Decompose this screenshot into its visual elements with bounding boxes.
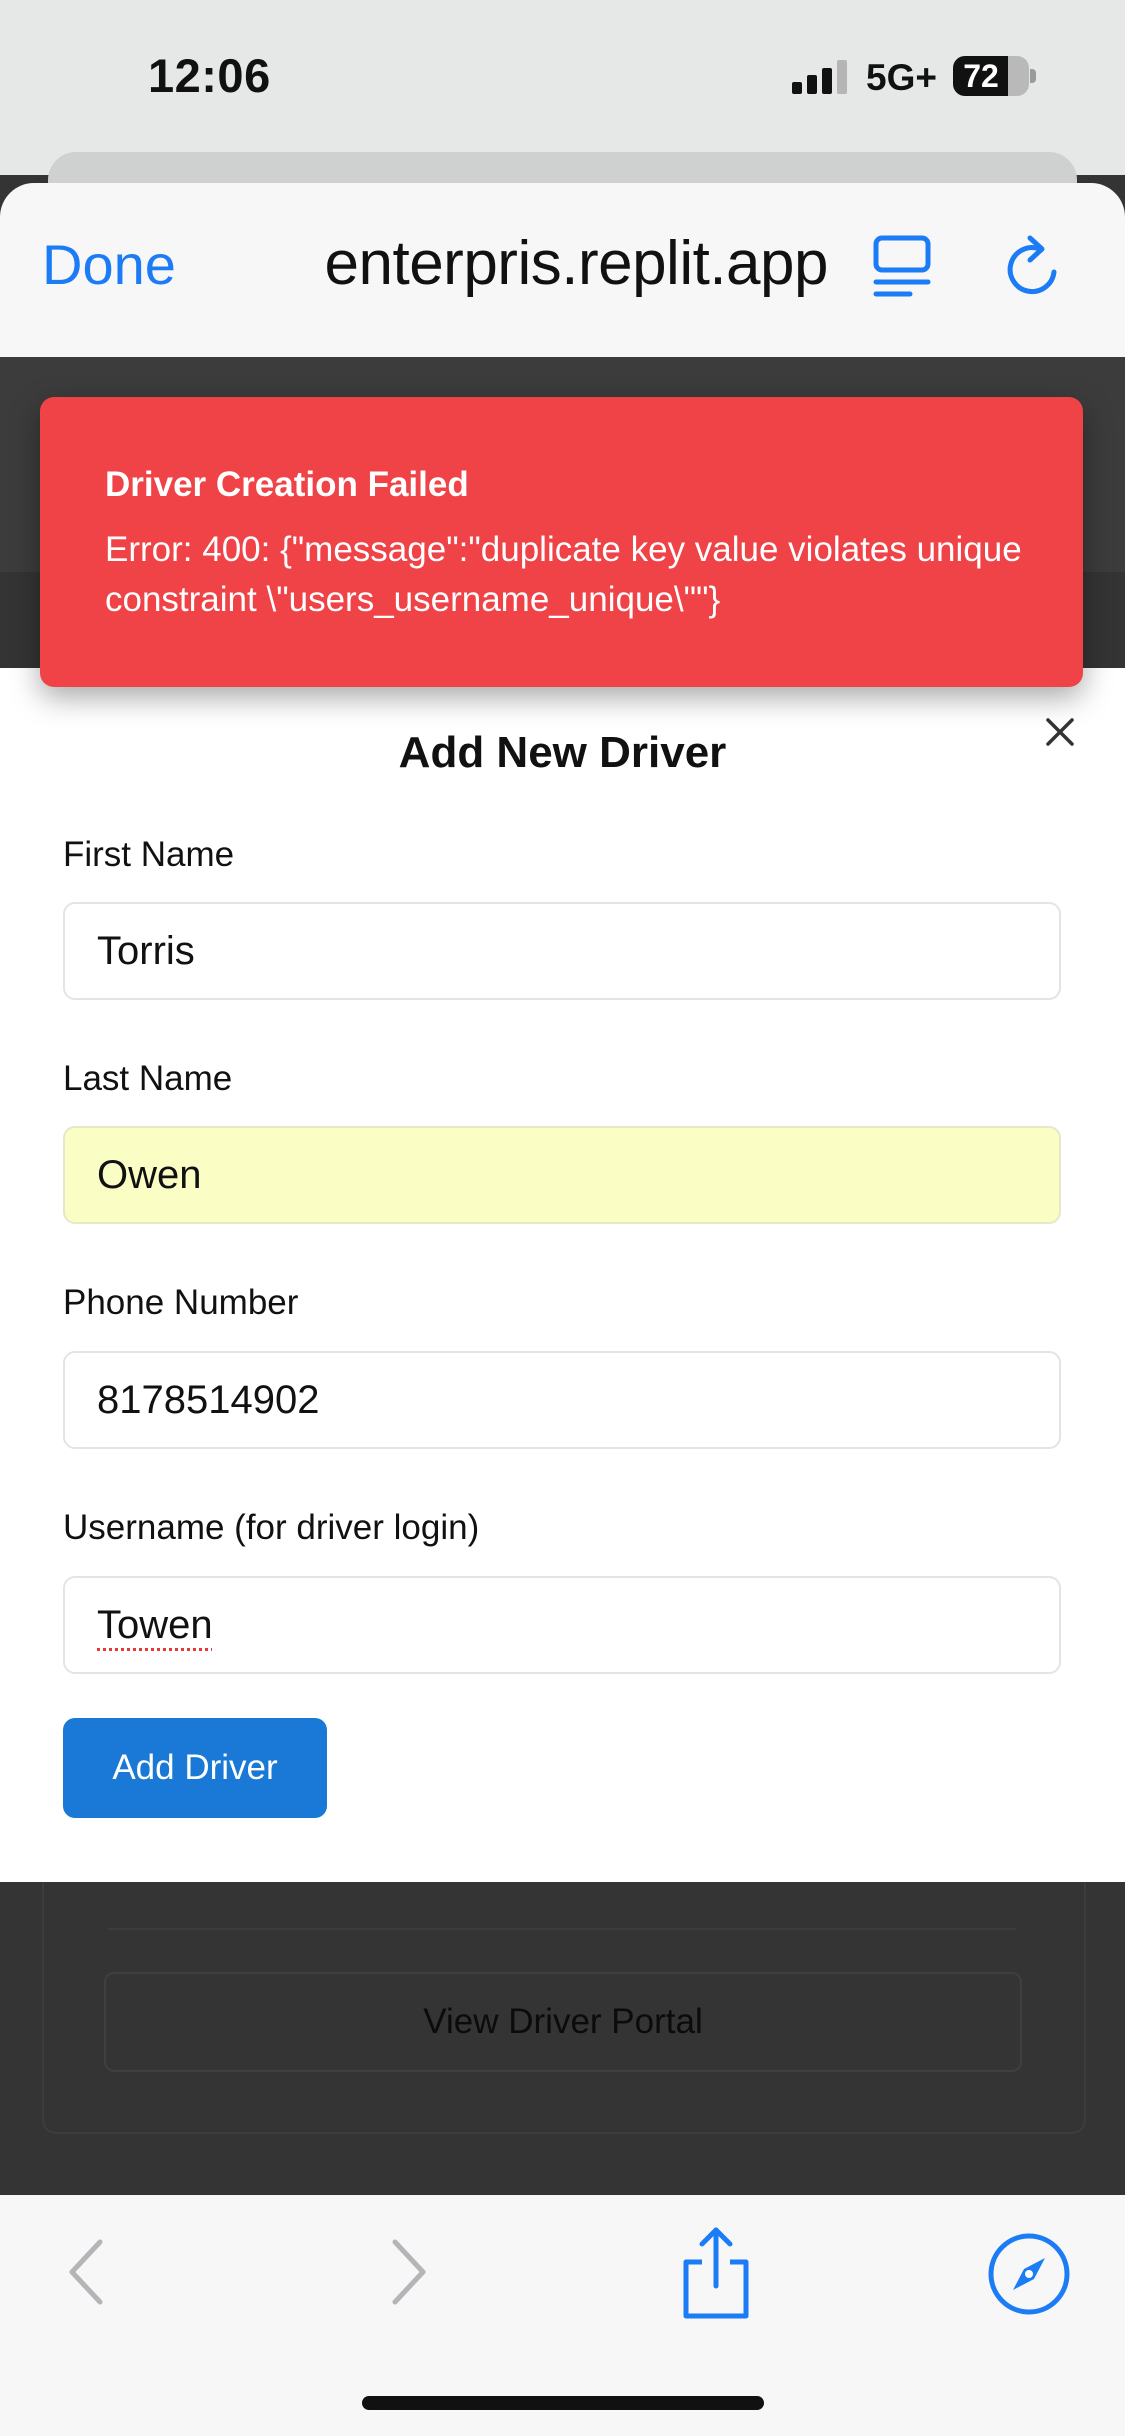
done-button[interactable]: Done — [42, 232, 176, 297]
first-name-label: First Name — [63, 835, 235, 874]
phone-number-field[interactable]: 8178514902 — [63, 1351, 1061, 1449]
username-label: Username (for driver login) — [63, 1508, 480, 1547]
view-driver-portal-button: View Driver Portal — [104, 1972, 1022, 2072]
last-name-field[interactable]: Owen — [63, 1126, 1061, 1224]
url-bar[interactable]: enterpris.replit.app — [228, 228, 829, 308]
cellular-signal-icon — [792, 60, 847, 94]
add-driver-button[interactable]: Add Driver — [63, 1718, 327, 1818]
phone-number-label: Phone Number — [63, 1283, 299, 1322]
last-name-label: Last Name — [63, 1059, 233, 1098]
status-time: 12:06 — [148, 49, 271, 102]
username-value: Towen — [97, 1603, 213, 1647]
back-icon[interactable] — [62, 2236, 112, 2308]
share-icon[interactable] — [678, 2224, 754, 2320]
reader-icon[interactable] — [870, 232, 934, 304]
card-divider — [108, 1928, 1016, 1930]
url-text: enterpris.replit.app — [324, 229, 829, 298]
network-type: 5G+ — [866, 57, 937, 98]
reload-icon[interactable] — [1000, 232, 1068, 304]
forward-icon[interactable] — [383, 2236, 433, 2308]
battery-nub — [1030, 69, 1036, 83]
toast-title: Driver Creation Failed — [105, 465, 469, 504]
username-field[interactable]: Towen — [63, 1576, 1061, 1674]
compass-icon[interactable] — [987, 2232, 1071, 2316]
home-indicator[interactable] — [362, 2396, 764, 2410]
battery-icon: 72 — [953, 56, 1029, 96]
close-icon[interactable] — [1042, 714, 1078, 750]
first-name-field[interactable]: Torris — [63, 902, 1061, 1000]
toast-message: Error: 400: {"message":"duplicate key va… — [105, 530, 1022, 619]
dialog-title: Add New Driver — [398, 728, 727, 777]
battery-percent: 72 — [963, 58, 999, 94]
